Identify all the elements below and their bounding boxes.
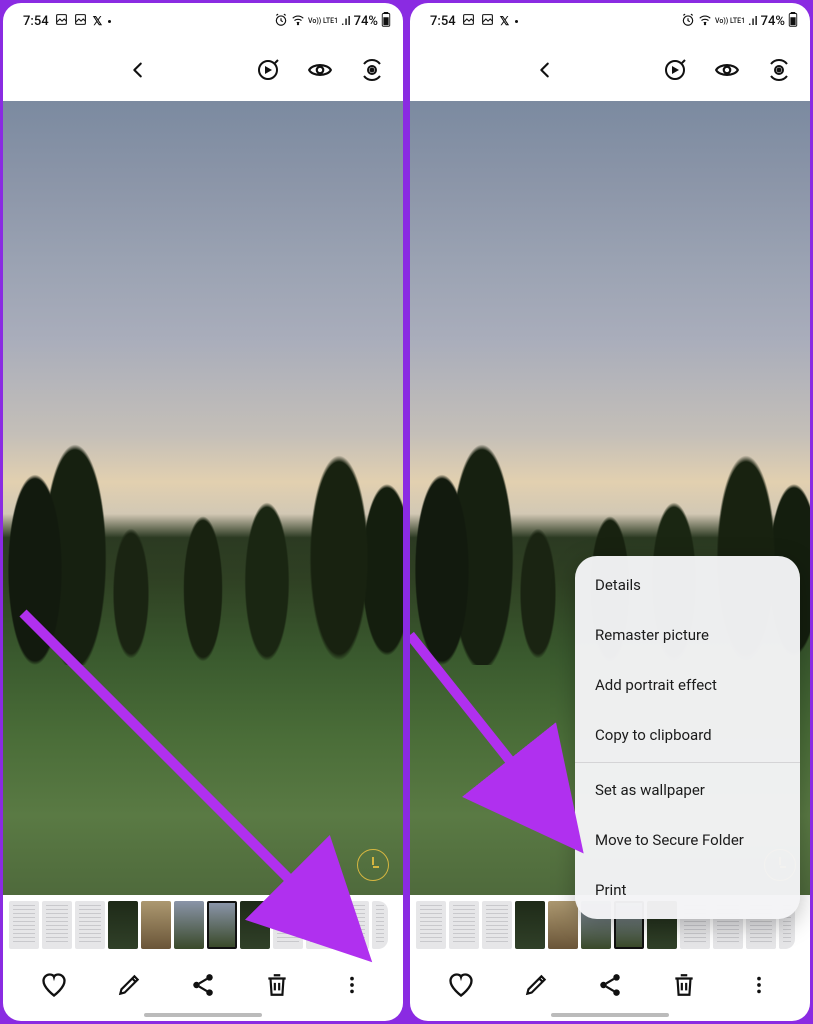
notif-x-icon: 𝕏	[93, 14, 103, 28]
notif-x-icon: 𝕏	[500, 14, 510, 28]
menu-item-details[interactable]: Details	[575, 560, 800, 610]
thumb-item[interactable]	[416, 901, 446, 949]
menu-item-print[interactable]: Print	[575, 865, 800, 915]
status-bar: 7:54 𝕏 Vo)) LTE1 .ıl 74%	[3, 3, 403, 35]
notif-more-dot	[515, 20, 518, 23]
bottom-action-bar	[410, 955, 810, 1021]
motion-photo-badge-icon[interactable]	[357, 849, 389, 881]
eye-view-icon[interactable]	[714, 57, 740, 83]
wifi-icon	[698, 13, 712, 30]
eye-view-icon[interactable]	[307, 57, 333, 83]
more-options-button[interactable]	[334, 967, 370, 1003]
bottom-action-bar	[3, 955, 403, 1021]
thumb-item[interactable]	[482, 901, 512, 949]
battery-icon	[381, 12, 391, 30]
volte-label: Vo)) LTE1	[308, 18, 338, 25]
back-button[interactable]	[21, 57, 255, 83]
notif-image-icon	[55, 13, 68, 29]
battery-label: 74%	[354, 14, 378, 29]
status-bar: 7:54 𝕏 Vo)) LTE1 .ıl 74%	[410, 3, 810, 35]
status-time: 7:54	[23, 14, 49, 29]
menu-item-wallpaper[interactable]: Set as wallpaper	[575, 765, 800, 815]
battery-icon	[788, 12, 798, 30]
notif-image-icon	[462, 13, 475, 29]
battery-label: 74%	[761, 14, 785, 29]
delete-button[interactable]	[259, 967, 295, 1003]
notif-image2-icon	[481, 13, 494, 29]
volte-label: Vo)) LTE1	[715, 18, 745, 25]
thumb-item[interactable]	[273, 901, 303, 949]
thumb-item[interactable]	[174, 901, 204, 949]
thumb-item[interactable]	[515, 901, 545, 949]
notif-more-dot	[108, 20, 111, 23]
thumb-item[interactable]	[240, 901, 270, 949]
edit-button[interactable]	[518, 967, 554, 1003]
smart-view-icon[interactable]	[359, 57, 385, 83]
gesture-bar	[144, 1013, 262, 1017]
gesture-bar	[551, 1013, 669, 1017]
favorite-button[interactable]	[443, 967, 479, 1003]
thumb-item[interactable]	[449, 901, 479, 949]
status-time: 7:54	[430, 14, 456, 29]
more-options-button[interactable]	[741, 967, 777, 1003]
bixby-vision-icon[interactable]	[662, 57, 688, 83]
signal-icon: .ıl	[341, 14, 351, 28]
thumb-item[interactable]	[108, 901, 138, 949]
thumb-item[interactable]	[372, 901, 388, 949]
top-action-bar	[410, 35, 810, 101]
menu-item-portrait[interactable]: Add portrait effect	[575, 660, 800, 710]
edit-button[interactable]	[111, 967, 147, 1003]
phone-right-screenshot: 7:54 𝕏 Vo)) LTE1 .ıl 74%	[410, 3, 810, 1021]
thumb-item[interactable]	[339, 901, 369, 949]
phone-left-screenshot: 7:54 𝕏 Vo)) LTE1 .ıl 74%	[3, 3, 403, 1021]
notif-image2-icon	[74, 13, 87, 29]
favorite-button[interactable]	[36, 967, 72, 1003]
thumb-item[interactable]	[306, 901, 336, 949]
photo-viewer[interactable]	[3, 101, 403, 895]
thumb-item[interactable]	[42, 901, 72, 949]
thumb-item[interactable]	[9, 901, 39, 949]
top-action-bar	[3, 35, 403, 101]
signal-icon: .ıl	[748, 14, 758, 28]
thumb-item[interactable]	[548, 901, 578, 949]
bixby-vision-icon[interactable]	[255, 57, 281, 83]
alarm-icon	[274, 13, 288, 30]
menu-item-clipboard[interactable]: Copy to clipboard	[575, 710, 800, 760]
thumbnail-strip[interactable]	[3, 895, 403, 955]
menu-separator	[575, 762, 800, 763]
alarm-icon	[681, 13, 695, 30]
wifi-icon	[291, 13, 305, 30]
thumb-item-current[interactable]	[207, 901, 237, 949]
thumb-item[interactable]	[141, 901, 171, 949]
smart-view-icon[interactable]	[766, 57, 792, 83]
overflow-menu: Details Remaster picture Add portrait ef…	[575, 556, 800, 919]
back-button[interactable]	[428, 57, 662, 83]
menu-item-secure-folder[interactable]: Move to Secure Folder	[575, 815, 800, 865]
share-button[interactable]	[185, 967, 221, 1003]
delete-button[interactable]	[666, 967, 702, 1003]
share-button[interactable]	[592, 967, 628, 1003]
menu-item-remaster[interactable]: Remaster picture	[575, 610, 800, 660]
thumb-item[interactable]	[75, 901, 105, 949]
